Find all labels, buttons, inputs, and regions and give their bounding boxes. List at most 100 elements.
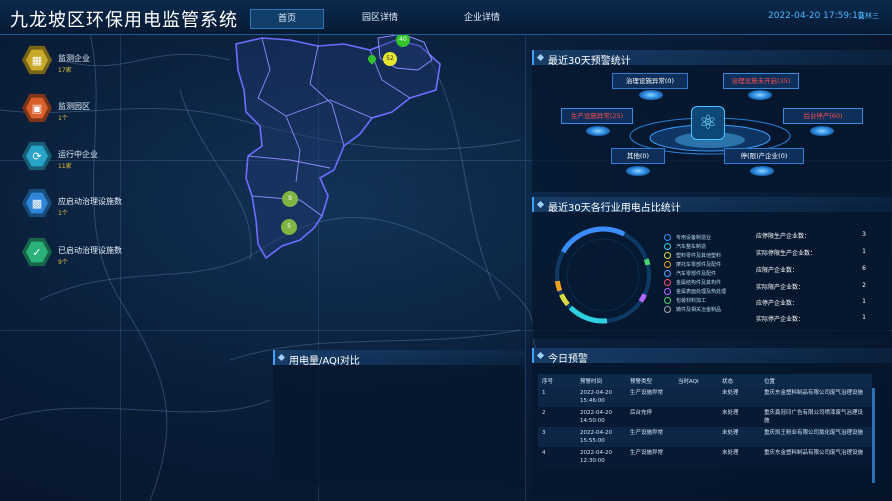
pedestal-icon [586, 126, 610, 136]
alarm-label: 生产设施异常(25) [570, 112, 624, 120]
legend-item[interactable]: 包装材料加工 [664, 297, 706, 304]
stat-value: 1个 [58, 115, 68, 122]
column-header: 序号 [538, 374, 576, 387]
legend-item[interactable]: 汽车整车制造 [664, 243, 706, 250]
alarm-label: 停(限)产企业(0) [740, 152, 788, 160]
tab-label: 园区详情 [361, 13, 398, 23]
legend-dot-icon [664, 288, 671, 295]
map-marker-bubble[interactable]: 5 [281, 219, 297, 235]
legend-dot-icon [664, 243, 671, 250]
table-row[interactable]: 2 2022-04-20 14:50:00 后台充停 未处理 重庆鑫冠印广告有限… [538, 407, 872, 427]
alarm-panel-header: 最近30天预警统计 [532, 50, 892, 67]
map-marker-label: 52 [386, 55, 394, 62]
row-label: 应停产企业数： [756, 300, 799, 307]
alarm-label: 治理设施未开启(35) [731, 77, 791, 85]
user-name[interactable]: 蓝林三 [858, 11, 879, 21]
alarm-other[interactable]: 其他(0) [611, 148, 665, 164]
enterprise-count-row: 应停限生产企业数： 3 [756, 231, 866, 240]
legend-item[interactable]: 汽车零部件及配件 [664, 270, 716, 277]
cell-status: 未处理 [718, 447, 760, 467]
row-label: 应限产企业数： [756, 267, 799, 274]
alarm-background-stop[interactable]: 后台停产(60) [783, 108, 863, 124]
diamond-icon [277, 353, 286, 362]
legend-dot-icon [664, 270, 671, 277]
legend-item[interactable]: 金属表面处理及热处理 [664, 288, 726, 295]
table-row[interactable]: 3 2022-04-20 15:55:00 生产设施异常 未处理 重庆凯王粉业有… [538, 427, 872, 447]
cell-no: 3 [538, 427, 576, 447]
stat-label: 运行中企业 [58, 150, 98, 159]
alarm-label: 其他(0) [626, 152, 650, 160]
map-marker-bubble[interactable]: 9 [282, 191, 298, 207]
atom-icon: ⚛ [691, 106, 725, 140]
diamond-icon [536, 351, 545, 360]
legend-item[interactable]: 金属结构件及其构件 [664, 279, 721, 286]
legend-dot-icon [664, 306, 671, 313]
stat-label: 监测企业 [58, 54, 90, 63]
cell-no: 2 [538, 407, 576, 427]
alarm-production-abnormal[interactable]: 生产设施异常(25) [561, 108, 633, 124]
stat-value: 1个 [58, 210, 68, 217]
stat-monitored-enterprises[interactable]: ▦ 监测企业 17家 [22, 45, 222, 77]
stat-required-facilities[interactable]: ▩ 应启动治理设施数 1个 [22, 188, 222, 220]
today-alarm-table: 序号 预警时间 预警类型 当时AQI 状态 位置 1 2022-04-20 15… [538, 374, 872, 467]
stat-running-enterprises[interactable]: ⟳ 运行中企业 11家 [22, 141, 222, 173]
pedestal-icon [750, 166, 774, 176]
enterprise-count-row: 实际停产企业数： 1 [756, 314, 866, 323]
tab-label: 首页 [277, 14, 296, 24]
cell-type: 后台充停 [626, 407, 674, 427]
stat-label: 应启动治理设施数 [58, 197, 122, 206]
today-alarm-panel-header: 今日预警 [532, 348, 892, 365]
legend-dot-icon [664, 261, 671, 268]
table-row[interactable]: 4 2022-04-20 12:30:00 生产设施异常 未处理 重庆东金塑料制… [538, 447, 872, 467]
legend-label: 金属表面处理及热处理 [676, 289, 727, 295]
row-value: 1 [862, 314, 866, 321]
alarm-label: 治理设施异常(0) [625, 77, 675, 85]
cell-status: 未处理 [718, 387, 760, 407]
column-header: 位置 [760, 374, 872, 387]
legend-label: 专用设备制造业 [676, 235, 712, 241]
map-marker-bubble[interactable]: 52 [383, 52, 397, 66]
cell-aqi [674, 427, 718, 447]
alarm-label: 后台停产(60) [803, 112, 843, 120]
table-scrollbar[interactable] [872, 388, 875, 483]
legend-label: 摩托车零部件及配件 [676, 262, 722, 268]
legend-item[interactable]: 专用设备制造业 [664, 234, 711, 241]
cell-time: 2022-04-20 15:46:00 [576, 387, 626, 407]
column-header: 当时AQI [674, 374, 718, 387]
alarm-facility-not-started[interactable]: 治理设施未开启(35) [723, 73, 799, 89]
legend-dot-icon [664, 252, 671, 259]
legend-item[interactable]: 摩托车零部件及配件 [664, 261, 721, 268]
legend-dot-icon [664, 234, 671, 241]
legend-label: 铸件及相关冶金制品 [676, 307, 722, 313]
stat-monitored-parks[interactable]: ▣ 监测园区 1个 [22, 93, 222, 125]
alarm-limited-enterprises[interactable]: 停(限)产企业(0) [724, 148, 804, 164]
stat-value: 11家 [58, 163, 72, 170]
cell-location: 重庆东金塑料制品有限公司废气治理设施 [760, 447, 872, 467]
cell-aqi [674, 447, 718, 467]
legend-item[interactable]: 塑料零件及其他塑料 [664, 252, 721, 259]
stat-started-facilities[interactable]: ✓ 已启动治理设施数 9个 [22, 237, 222, 269]
map-marker-label: 40 [399, 36, 407, 43]
alarm-facility-abnormal[interactable]: 治理设施异常(0) [612, 73, 688, 89]
cell-no: 4 [538, 447, 576, 467]
row-label: 实际停产企业数： [756, 316, 805, 323]
diamond-icon [536, 200, 545, 209]
cell-time: 2022-04-20 12:30:00 [576, 447, 626, 467]
cell-location: 重庆东金塑料制品有限公司废气治理设施 [760, 387, 872, 407]
table-row[interactable]: 1 2022-04-20 15:46:00 生产设施异常 未处理 重庆东金塑料制… [538, 387, 872, 407]
top-bar: 九龙坡区环保用电监管系统 首页 园区详情 企业详情 2022-04-20 17:… [0, 0, 892, 35]
industry-ring-chart [554, 226, 652, 324]
row-label: 应停限生产企业数： [756, 233, 811, 240]
map-marker-bubble[interactable]: 40 [396, 33, 410, 47]
enterprise-count-row: 应限产企业数： 6 [756, 265, 866, 274]
pedestal-icon [810, 126, 834, 136]
tab-park-detail[interactable]: 园区详情 [344, 9, 416, 27]
panel-title: 最近30天各行业用电占比统计 [548, 203, 681, 214]
pedestal-icon [748, 90, 772, 100]
tab-home[interactable]: 首页 [250, 9, 324, 29]
tab-enterprise-detail[interactable]: 企业详情 [446, 9, 518, 27]
legend-item[interactable]: 铸件及相关冶金制品 [664, 306, 721, 313]
row-label: 实际限产企业数： [756, 284, 805, 291]
pedestal-icon [639, 90, 663, 100]
map-marker-label: 5 [287, 223, 291, 230]
